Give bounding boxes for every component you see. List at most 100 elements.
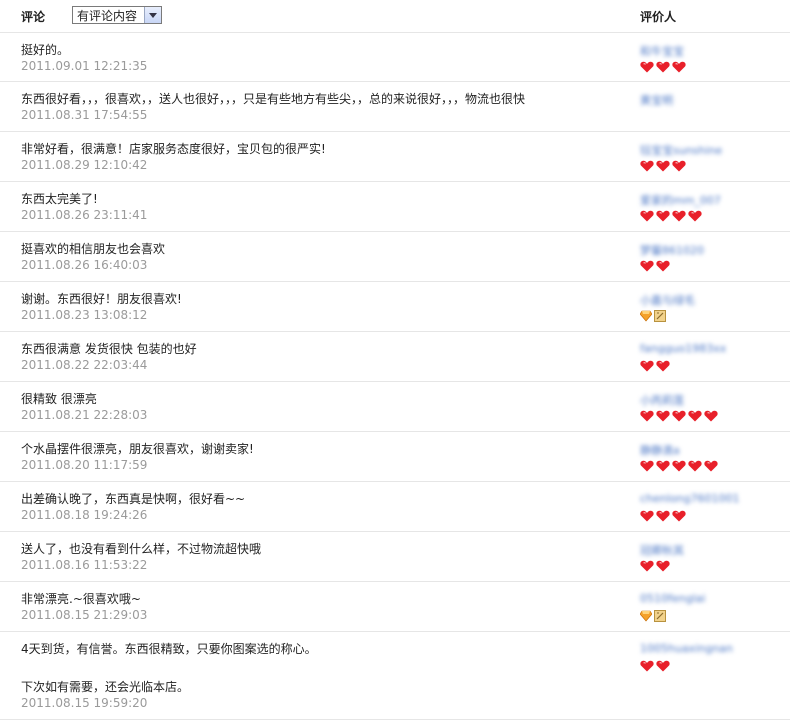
rater-name-link[interactable]: 冠卿秋其 bbox=[640, 542, 684, 558]
review-comment: 送人了，也没有看到什么样，不过物流超快哦 bbox=[21, 542, 262, 556]
rater-name-link[interactable]: 黄宝明 bbox=[640, 92, 673, 108]
rater-name-link[interactable]: 小嘉与绿毛 bbox=[640, 292, 695, 308]
heart-icon bbox=[640, 360, 654, 372]
buyer-credit-badge bbox=[640, 460, 718, 472]
review-row: 谢谢。东西很好！朋友很喜欢! 2011.08.23 13:08:12 小嘉与绿毛 bbox=[0, 282, 790, 332]
review-comment: 非常好看，很满意！店家服务态度很好，宝贝包的很严实! bbox=[21, 142, 326, 156]
heart-icon bbox=[672, 510, 686, 522]
buyer-credit-badge bbox=[640, 360, 670, 372]
heart-icon bbox=[688, 210, 702, 222]
review-comment: 东西很好看，，，很喜欢，，送人也很好，，，只是有些地方有些尖，，总的来说很好，，… bbox=[21, 92, 526, 106]
review-timestamp: 2011.08.20 11:17:59 bbox=[21, 458, 148, 472]
filter-selected-value: 有评论内容 bbox=[77, 9, 138, 23]
review-timestamp: 2011.08.15 19:59:20 bbox=[21, 696, 148, 710]
rater-name-link[interactable]: fangguo1983xx bbox=[640, 342, 726, 355]
review-row: 挺好的。 2011.09.01 12:21:35 和牛宝宝 bbox=[0, 33, 790, 82]
heart-icon bbox=[688, 410, 702, 422]
buyer-credit-badge bbox=[640, 560, 670, 572]
review-row: 很精致 很漂亮 2011.08.21 22:28:03 小丙莉莲 bbox=[0, 382, 790, 432]
rater-name-link[interactable]: 小丙莉莲 bbox=[640, 392, 684, 408]
buyer-credit-badge bbox=[640, 610, 666, 622]
buyer-credit-badge bbox=[640, 310, 666, 322]
rater-name-link[interactable]: 0510fenglai bbox=[640, 592, 705, 605]
heart-icon bbox=[640, 460, 654, 472]
review-row: 东西很好看，，，很喜欢，，送人也很好，，，只是有些地方有些尖，，总的来说很好，，… bbox=[0, 82, 790, 132]
heart-icon bbox=[640, 210, 654, 222]
heart-icon bbox=[640, 61, 654, 73]
review-comment: 很精致 很漂亮 bbox=[21, 392, 97, 406]
buyer-credit-badge bbox=[640, 510, 686, 522]
buyer-credit-badge bbox=[640, 160, 686, 172]
reviews-header: 评论 有评论内容 评价人 bbox=[0, 0, 790, 33]
review-timestamp: 2011.08.21 22:28:03 bbox=[21, 408, 148, 422]
review-comment-followup: 下次如有需要，还会光临本店。 bbox=[21, 680, 190, 694]
review-comment: 非常漂亮.~很喜欢哦~ bbox=[21, 592, 141, 606]
review-row: 非常漂亮.~很喜欢哦~ 2011.08.15 21:29:03 0510fengla… bbox=[0, 582, 790, 632]
rater-name-link[interactable]: chenlong7601001 bbox=[640, 492, 740, 505]
heart-icon bbox=[672, 460, 686, 472]
heart-icon bbox=[672, 61, 686, 73]
rater-name-link[interactable]: 梦馨861020 bbox=[640, 242, 704, 258]
buyer-credit-badge bbox=[640, 260, 670, 272]
heart-icon bbox=[640, 410, 654, 422]
review-row: 挺喜欢的相信朋友也会喜欢 2011.08.26 16:40:03 梦馨861020 bbox=[0, 232, 790, 282]
review-timestamp: 2011.08.23 13:08:12 bbox=[21, 308, 148, 322]
review-timestamp: 2011.09.01 12:21:35 bbox=[21, 59, 148, 73]
rater-name-link[interactable]: 爱家的mm_007 bbox=[640, 192, 721, 208]
review-timestamp: 2011.08.26 23:11:41 bbox=[21, 208, 148, 222]
heart-icon bbox=[640, 160, 654, 172]
review-timestamp: 2011.08.29 12:10:42 bbox=[21, 158, 148, 172]
review-timestamp: 2011.08.31 17:54:55 bbox=[21, 108, 148, 122]
review-timestamp: 2011.08.26 16:40:03 bbox=[21, 258, 148, 272]
diamond-icon bbox=[640, 610, 652, 622]
diamond-icon bbox=[640, 310, 652, 322]
review-timestamp: 2011.08.16 11:53:22 bbox=[21, 558, 148, 572]
rater-name-link[interactable]: 钰宝宝sunshine bbox=[640, 142, 722, 158]
heart-icon bbox=[704, 410, 718, 422]
heart-icon bbox=[656, 260, 670, 272]
chevron-down-icon[interactable] bbox=[144, 7, 161, 23]
heart-icon bbox=[656, 210, 670, 222]
buyer-credit-badge bbox=[640, 210, 702, 222]
heart-icon bbox=[656, 61, 670, 73]
buyer-credit-badge bbox=[640, 61, 686, 73]
review-comment: 东西太完美了! bbox=[21, 192, 98, 206]
rater-name-link[interactable]: 静静滴a bbox=[640, 442, 680, 458]
review-row: 4天到货，有信誉。东西很精致，只要你图案选的称心。 下次如有需要，还会光临本店。 2… bbox=[0, 632, 790, 720]
review-timestamp: 2011.08.18 19:24:26 bbox=[21, 508, 148, 522]
rater-name-link[interactable]: 和牛宝宝 bbox=[640, 43, 684, 59]
heart-icon bbox=[640, 560, 654, 572]
rater-name-link[interactable]: 1005huaxingnan bbox=[640, 642, 733, 655]
heart-icon bbox=[672, 410, 686, 422]
review-row: 东西很满意 发货很快 包装的也好 2011.08.22 22:03:44 fangg… bbox=[0, 332, 790, 382]
heart-icon bbox=[656, 560, 670, 572]
heart-icon bbox=[640, 260, 654, 272]
heart-icon bbox=[656, 410, 670, 422]
review-comment: 挺好的。 bbox=[21, 43, 70, 57]
buyer-credit-badge bbox=[640, 410, 718, 422]
heart-icon bbox=[656, 360, 670, 372]
heart-icon bbox=[672, 160, 686, 172]
review-row: 送人了，也没有看到什么样，不过物流超快哦 2011.08.16 11:53:22 冠… bbox=[0, 532, 790, 582]
review-comment: 东西很满意 发货很快 包装的也好 bbox=[21, 342, 197, 356]
buyer-credit-badge bbox=[640, 660, 670, 672]
review-row: 东西太完美了! 2011.08.26 23:11:41 爱家的mm_007 bbox=[0, 182, 790, 232]
heart-icon bbox=[656, 660, 670, 672]
certificate-icon bbox=[654, 310, 666, 322]
review-comment: 4天到货，有信誉。东西很精致，只要你图案选的称心。 bbox=[21, 642, 317, 656]
review-comment: 出差确认晚了，东西真是快啊，很好看~~ bbox=[21, 492, 246, 506]
certificate-icon bbox=[654, 610, 666, 622]
heart-icon bbox=[656, 510, 670, 522]
heart-icon bbox=[688, 460, 702, 472]
comment-filter-select[interactable]: 有评论内容 bbox=[72, 6, 162, 24]
review-row: 非常好看，很满意！店家服务态度很好，宝贝包的很严实! 2011.08.29 12:… bbox=[0, 132, 790, 182]
review-timestamp: 2011.08.15 21:29:03 bbox=[21, 608, 148, 622]
review-comment: 谢谢。东西很好！朋友很喜欢! bbox=[21, 292, 182, 306]
review-comment: 挺喜欢的相信朋友也会喜欢 bbox=[21, 242, 166, 256]
comment-column-header: 评论 bbox=[21, 10, 46, 24]
heart-icon bbox=[672, 210, 686, 222]
review-comment: 个水晶摆件很漂亮，朋友很喜欢，谢谢卖家! bbox=[21, 442, 254, 456]
heart-icon bbox=[640, 510, 654, 522]
review-row: 个水晶摆件很漂亮，朋友很喜欢，谢谢卖家! 2011.08.20 11:17:59 静… bbox=[0, 432, 790, 482]
review-timestamp: 2011.08.22 22:03:44 bbox=[21, 358, 148, 372]
